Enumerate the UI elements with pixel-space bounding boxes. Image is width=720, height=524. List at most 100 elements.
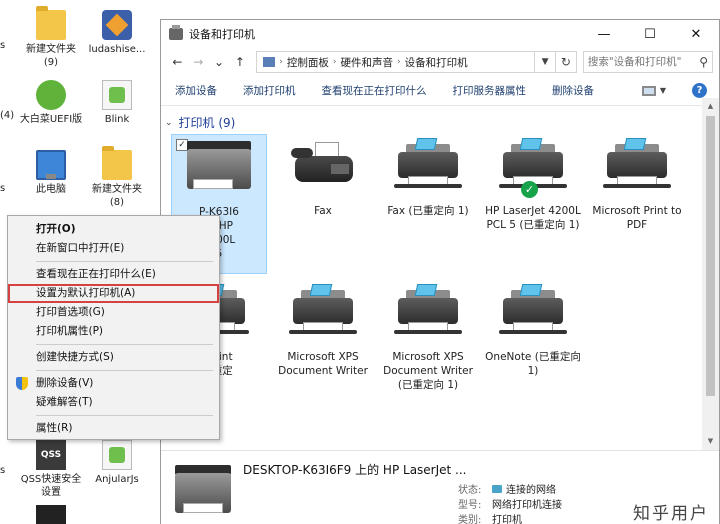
menu-item-label: 打开(O): [36, 223, 76, 235]
address-row: ← → ⌄ ↑ › 控制面板 › 硬件和声音 › 设备和打印机 ▼ ↻ ⚲: [161, 48, 719, 76]
help-button[interactable]: ?: [692, 83, 707, 98]
printer-item[interactable]: Microsoft Print to PDF: [589, 134, 685, 232]
printer-icon: [388, 134, 468, 198]
context-menu: 打开(O) 在新窗口中打开(E) 查看现在正在打印什么(E) 设置为默认打印机(A) 打…: [7, 215, 220, 440]
menu-item[interactable]: 疑难解答(T): [8, 393, 219, 412]
menu-separator: [36, 370, 213, 371]
details-model-row: 型号: 网络打印机连接: [458, 496, 562, 511]
desktop-icon[interactable]: QSS QSS快速安全设置: [18, 440, 84, 499]
desktop-edge-label: (4): [0, 110, 15, 121]
breadcrumb-hardware-sound[interactable]: 硬件和声音: [340, 55, 393, 70]
minimize-button[interactable]: —: [581, 20, 627, 48]
printer-item[interactable]: Microsoft XPS Document Writer (已重定向 1): [380, 280, 476, 392]
menu-item[interactable]: 设置为默认打印机(A): [8, 284, 219, 303]
desktop-icon-label: 大白菜UEFI版: [19, 114, 83, 125]
desktop-icon[interactable]: Blink: [84, 80, 150, 126]
printer-item[interactable]: Microsoft XPS Document Writer: [275, 280, 371, 378]
menu-item-label: 疑难解答(T): [36, 396, 93, 408]
add-printer-button[interactable]: 添加打印机: [243, 83, 296, 98]
printer-icon: [388, 280, 468, 344]
desktop-icon[interactable]: 此电脑: [18, 150, 84, 196]
default-check-icon: ✓: [521, 181, 538, 198]
back-button[interactable]: ←: [167, 55, 188, 69]
desktop-icon[interactable]: 大白菜UEFI版: [18, 80, 84, 126]
printer-name: Microsoft XPS Document Writer (已重定向 1): [383, 351, 473, 391]
add-device-button[interactable]: 添加设备: [175, 83, 217, 98]
scroll-thumb[interactable]: [706, 116, 715, 396]
menu-item-label: 设置为默认打印机(A): [36, 287, 136, 299]
menu-item[interactable]: 属性(R): [8, 419, 219, 438]
menu-item[interactable]: 删除设备(V): [8, 374, 219, 393]
up-button[interactable]: ↑: [229, 55, 250, 69]
menu-item[interactable]: 创建快捷方式(S): [8, 348, 219, 367]
command-bar: 添加设备 添加打印机 查看现在正在打印什么 打印服务器属性 删除设备 ▼ ?: [161, 76, 719, 106]
printer-name: Microsoft XPS Document Writer: [278, 351, 368, 377]
menu-item-label: 删除设备(V): [36, 377, 94, 389]
view-icon[interactable]: [641, 85, 656, 96]
green-app-icon: [36, 80, 66, 110]
menu-item[interactable]: 打印首选项(G): [8, 303, 219, 322]
menu-item-label: 属性(R): [36, 422, 73, 434]
search-icon[interactable]: ⚲: [699, 55, 708, 69]
menu-item-label: 创建快捷方式(S): [36, 351, 114, 363]
printer-name: HP LaserJet 4200L PCL 5 (已重定向 1): [485, 205, 581, 231]
menu-item[interactable]: 打印机属性(P): [8, 322, 219, 341]
desktop-icon-partial[interactable]: [18, 505, 84, 524]
scroll-down-icon[interactable]: ▼: [702, 433, 719, 450]
shield-icon: [16, 377, 28, 390]
chevron-down-icon[interactable]: ▼: [660, 86, 666, 95]
vertical-scrollbar[interactable]: ▲ ▼: [702, 98, 719, 450]
breadcrumb-devices-printers[interactable]: 设备和打印机: [405, 55, 468, 70]
address-bar[interactable]: › 控制面板 › 硬件和声音 › 设备和打印机: [256, 51, 536, 73]
desktop-icon[interactable]: 新建文件夹 (8): [84, 146, 150, 209]
menu-item-label: 打印机属性(P): [36, 325, 104, 337]
printers-group-header[interactable]: ⌄ 打印机 (9): [165, 114, 235, 131]
file-icon: [102, 80, 132, 110]
scroll-up-icon[interactable]: ▲: [702, 98, 719, 115]
see-printing-button[interactable]: 查看现在正在打印什么: [322, 83, 427, 98]
desktop-icon[interactable]: 新建文件夹 (9): [18, 6, 84, 69]
title-bar[interactable]: 设备和打印机 — ☐ ✕: [161, 20, 719, 48]
recent-locations-button[interactable]: ⌄: [209, 55, 230, 69]
printer-item[interactable]: OneNote (已重定向 1): [485, 280, 581, 378]
app-icon: [102, 10, 132, 40]
desktop-icon[interactable]: AnjularJs: [84, 440, 150, 486]
breadcrumb-separator: ›: [396, 57, 401, 67]
explorer-window: 设备和打印机 — ☐ ✕ ← → ⌄ ↑ › 控制面板 › 硬件和声音 › 设备…: [160, 19, 720, 524]
refresh-icon[interactable]: ↻: [555, 51, 577, 73]
desktop-edge-label: s: [0, 40, 6, 51]
chevron-down-icon[interactable]: ▼: [535, 51, 556, 73]
printer-list: ✓P-K63I6 的 HP 4200L 5FaxFax (已重定向 1)✓HP …: [161, 130, 701, 450]
maximize-button[interactable]: ☐: [627, 20, 673, 48]
desktop-icon[interactable]: ludashise...: [84, 10, 150, 56]
desktop-edge-label: s: [0, 183, 6, 194]
file-icon: [102, 440, 132, 470]
menu-item[interactable]: 查看现在正在打印什么(E): [8, 265, 219, 284]
details-category-row: 类别: 打印机: [458, 511, 522, 524]
breadcrumb-separator: ›: [332, 57, 337, 67]
folder-icon: [102, 146, 132, 180]
qss-icon: QSS: [36, 440, 66, 470]
details-key: 状态:: [458, 485, 482, 496]
print-server-properties-button[interactable]: 打印服务器属性: [453, 83, 527, 98]
printer-item[interactable]: Fax (已重定向 1): [380, 134, 476, 218]
printer-name: Microsoft Print to PDF: [592, 205, 682, 231]
details-key: 类别:: [458, 515, 482, 524]
printer-name: Fax (已重定向 1): [387, 205, 469, 217]
printer-name: Fax: [314, 205, 332, 217]
printer-name: OneNote (已重定向 1): [485, 351, 581, 377]
breadcrumb-separator: ›: [279, 57, 283, 67]
close-button[interactable]: ✕: [673, 20, 719, 48]
menu-item[interactable]: 打开(O): [8, 220, 219, 239]
search-input[interactable]: [587, 56, 700, 68]
search-box[interactable]: ⚲: [582, 51, 713, 73]
remove-device-button[interactable]: 删除设备: [552, 83, 594, 98]
menu-item-label: 打印首选项(G): [36, 306, 105, 318]
forward-button[interactable]: →: [188, 55, 209, 69]
menu-item[interactable]: 在新窗口中打开(E): [8, 239, 219, 258]
printer-icon: [493, 280, 573, 344]
desktop-icon-label: AnjularJs: [95, 474, 139, 485]
printer-item[interactable]: Fax: [275, 134, 371, 218]
printer-item[interactable]: ✓ HP LaserJet 4200L PCL 5 (已重定向 1): [485, 134, 581, 232]
breadcrumb-control-panel[interactable]: 控制面板: [287, 55, 329, 70]
